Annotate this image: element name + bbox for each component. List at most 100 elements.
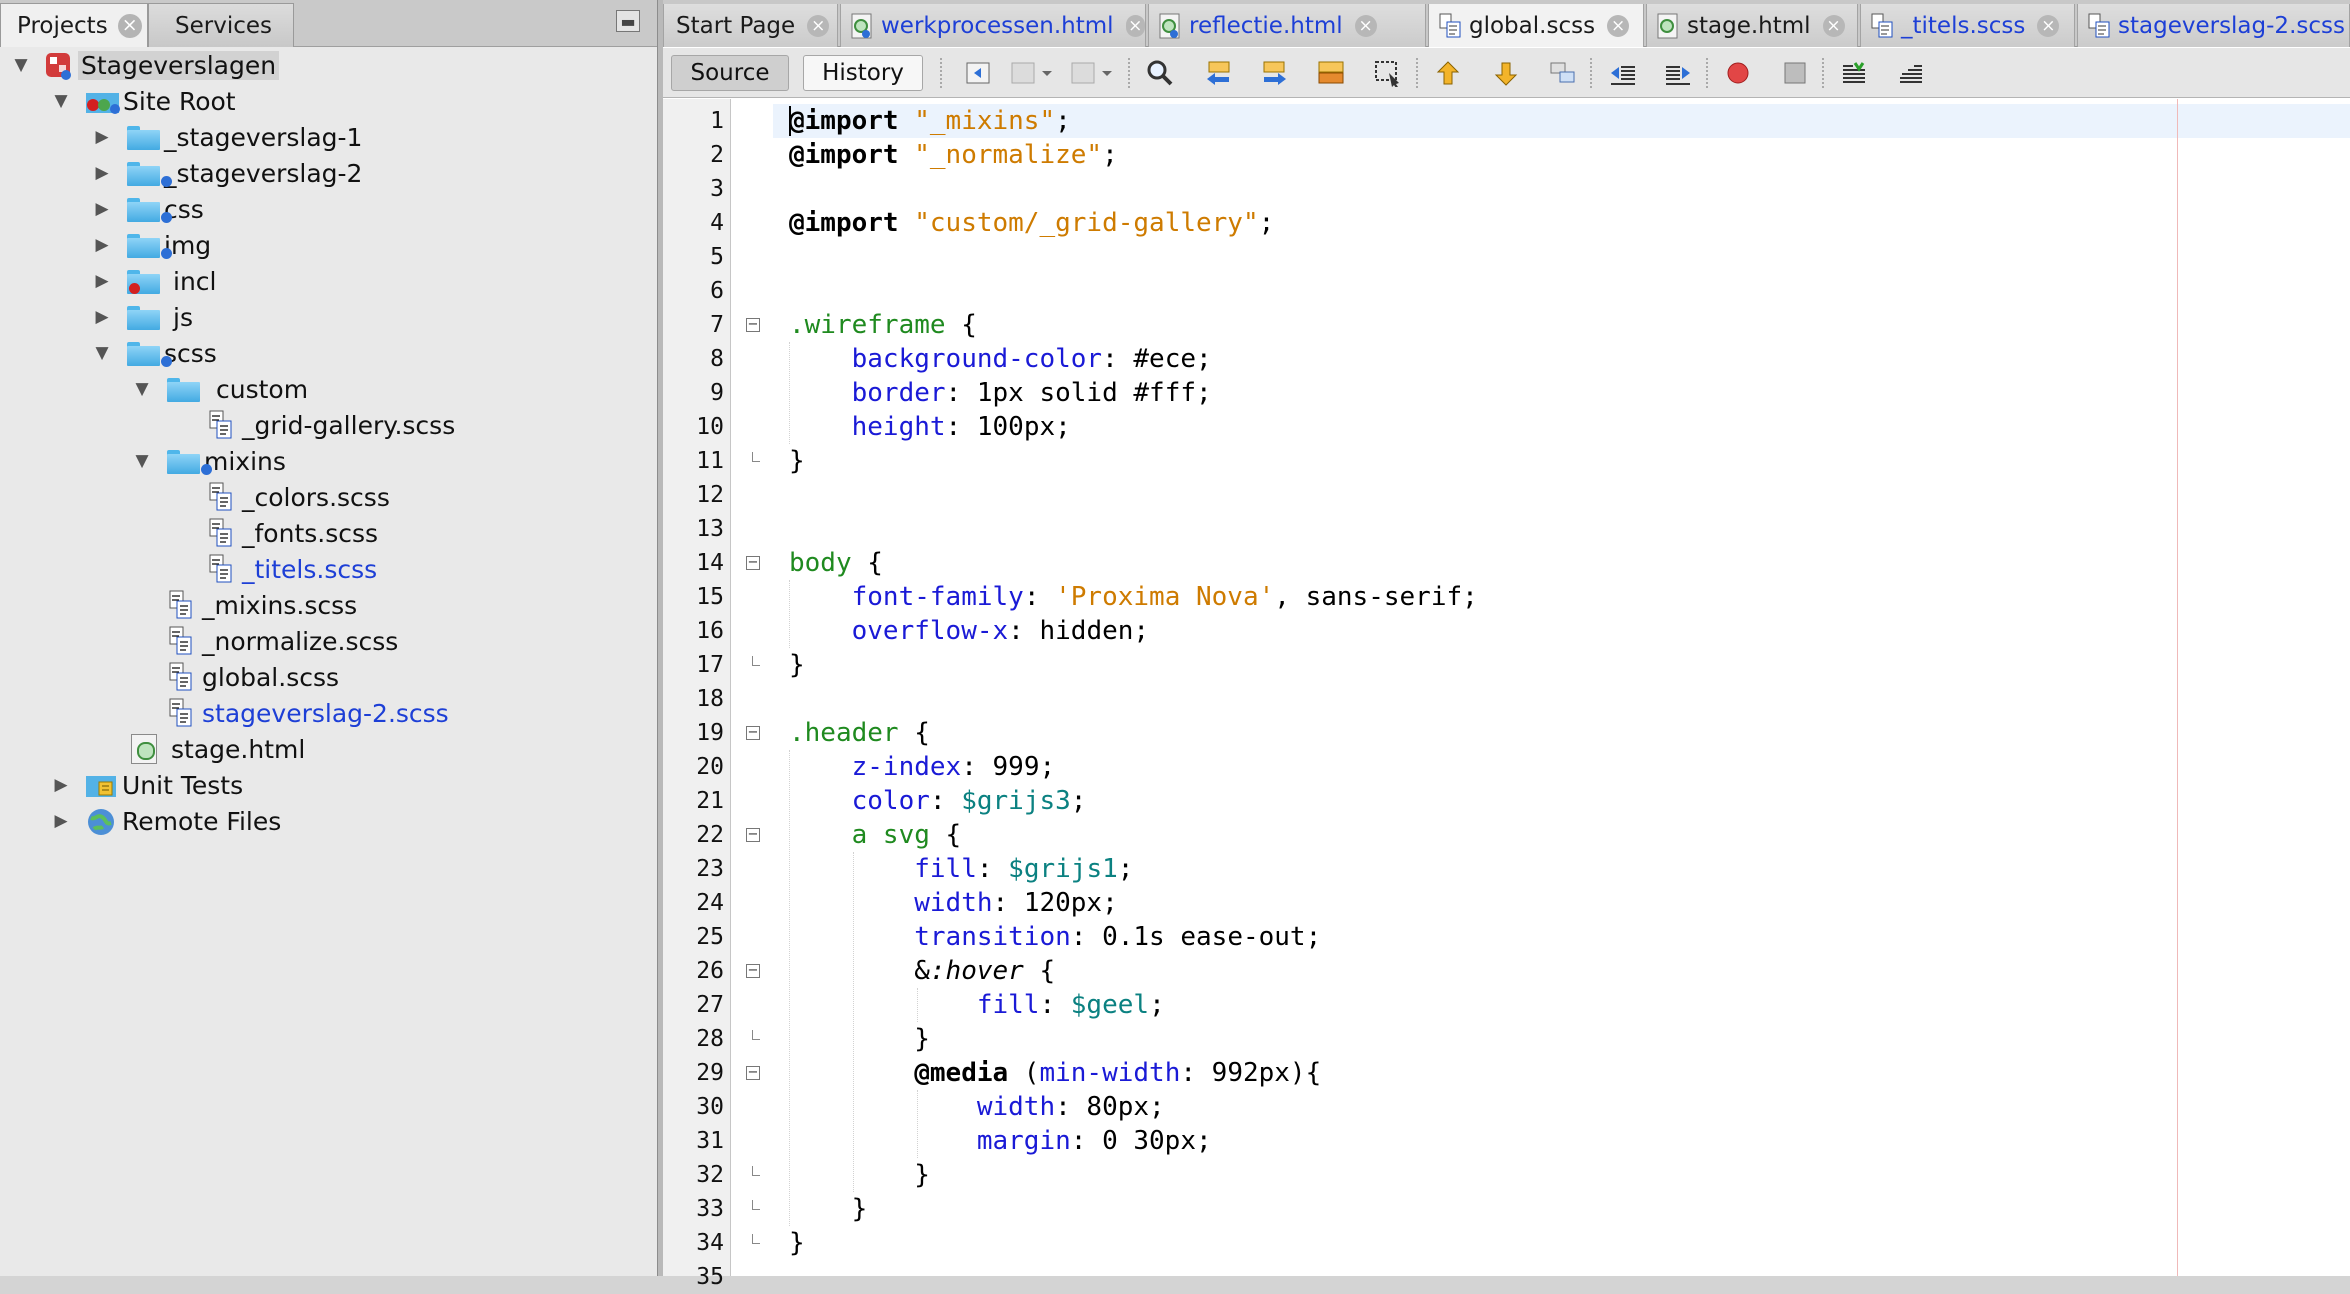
find-selection-icon[interactable]: [1371, 58, 1405, 88]
toolbar-separator: [940, 58, 942, 88]
start-macro-icon[interactable]: [1721, 58, 1755, 88]
editor-tab-reflectie[interactable]: reflectie.html ×: [1148, 4, 1426, 47]
fold-toggle-icon[interactable]: −: [746, 964, 760, 978]
code-line: height: 100px;: [851, 412, 1071, 442]
tree-node-label: incl: [173, 266, 217, 296]
line-number: 13: [696, 516, 724, 542]
tree-node-file[interactable]: _mixins.scss: [167, 587, 357, 623]
close-icon[interactable]: ×: [1125, 14, 1145, 37]
collapse-toggle-icon[interactable]: ▶: [92, 227, 112, 263]
folder-icon: [167, 377, 200, 402]
expand-toggle-icon[interactable]: ▼: [51, 83, 71, 119]
tree-node-remote-files[interactable]: Remote Files: [86, 803, 281, 839]
toggle-highlight-icon[interactable]: [1314, 58, 1348, 88]
close-icon[interactable]: ×: [1607, 14, 1630, 37]
scss-file-icon: [207, 482, 237, 512]
tree-node-file[interactable]: _grid-gallery.scss: [207, 407, 455, 443]
line-number: 22: [696, 822, 724, 848]
collapse-toggle-icon[interactable]: ▶: [92, 155, 112, 191]
line-number: 14: [696, 550, 724, 576]
fold-toggle-icon[interactable]: −: [746, 556, 760, 570]
close-icon[interactable]: ×: [807, 14, 830, 37]
editor-tab-stage-html[interactable]: stage.html ×: [1646, 4, 1858, 47]
shift-left-icon[interactable]: [1605, 58, 1639, 88]
expand-toggle-icon[interactable]: ▼: [92, 335, 112, 371]
forward-icon[interactable]: [1065, 58, 1119, 88]
collapse-toggle-icon[interactable]: ▶: [92, 119, 112, 155]
tree-node-file[interactable]: global.scss: [167, 659, 339, 695]
tree-node-folder[interactable]: js: [127, 299, 193, 335]
project-tree[interactable]: ▼ Stageverslagen ▼ Site Root ▶ _stagever…: [0, 48, 657, 1276]
vcs-badge-icon: [161, 247, 172, 259]
collapse-toggle-icon[interactable]: ▶: [51, 803, 71, 839]
tree-node-folder[interactable]: custom: [167, 371, 308, 407]
collapse-toggle-icon[interactable]: ▶: [92, 263, 112, 299]
scss-file-icon: [207, 518, 237, 548]
expand-toggle-icon[interactable]: ▼: [11, 47, 31, 83]
code-line: color: $grijs3;: [851, 786, 1087, 816]
find-next-icon[interactable]: [1258, 58, 1292, 88]
tree-node-folder[interactable]: _stageverslag-2: [127, 155, 362, 191]
collapse-toggle-icon[interactable]: ▶: [92, 299, 112, 335]
tree-node-site-root[interactable]: Site Root: [86, 83, 236, 119]
previous-bookmark-icon[interactable]: [1431, 58, 1465, 88]
expand-toggle-icon[interactable]: ▼: [132, 443, 152, 479]
tree-node-file[interactable]: stage.html: [131, 731, 305, 767]
tree-node-folder[interactable]: mixins: [167, 443, 286, 479]
tab-services[interactable]: Services: [148, 3, 294, 47]
tree-node-folder[interactable]: _stageverslag-1: [127, 119, 362, 155]
toggle-bookmark-icon[interactable]: [1546, 58, 1580, 88]
error-badge-icon: [129, 282, 140, 294]
tree-node-file[interactable]: _colors.scss: [207, 479, 390, 515]
last-edit-icon[interactable]: [961, 58, 995, 88]
close-icon[interactable]: ×: [1822, 14, 1845, 37]
tree-node-folder[interactable]: css: [127, 191, 204, 227]
tree-node-folder[interactable]: incl: [127, 263, 216, 299]
tree-node-folder[interactable]: scss: [127, 335, 217, 371]
line-number: 8: [710, 346, 724, 372]
code-line: .header {: [789, 718, 930, 748]
uncomment-icon[interactable]: [1894, 58, 1928, 88]
source-button[interactable]: Source: [671, 55, 789, 91]
line-number: 15: [696, 584, 724, 610]
tree-node-file[interactable]: _normalize.scss: [167, 623, 398, 659]
folder-icon: [127, 125, 160, 150]
editor-tab-werkprocessen[interactable]: werkprocessen.html ×: [840, 4, 1146, 47]
fold-toggle-icon[interactable]: −: [746, 318, 760, 332]
next-bookmark-icon[interactable]: [1489, 58, 1523, 88]
fold-toggle-icon[interactable]: −: [746, 1066, 760, 1080]
tree-node-file[interactable]: stageverslag-2.scss: [167, 695, 449, 731]
tree-node-folder[interactable]: img: [127, 227, 211, 263]
tree-node-file[interactable]: _titels.scss: [207, 551, 377, 587]
line-number: 33: [696, 1196, 724, 1222]
code-editor[interactable]: @import "_mixins"; @import "_normalize"; @…: [773, 99, 2350, 1276]
find-icon[interactable]: [1143, 58, 1177, 88]
fold-toggle-icon[interactable]: −: [746, 828, 760, 842]
tree-node-unit-tests[interactable]: Unit Tests: [86, 767, 243, 803]
tree-node-file[interactable]: _fonts.scss: [207, 515, 378, 551]
editor-tab-titels-scss[interactable]: _titels.scss ×: [1860, 4, 2075, 47]
shift-right-icon[interactable]: [1662, 58, 1696, 88]
line-number: 32: [696, 1162, 724, 1188]
stop-macro-icon[interactable]: [1778, 58, 1812, 88]
expand-toggle-icon[interactable]: ▼: [132, 371, 152, 407]
tab-projects[interactable]: Projects ×: [0, 3, 148, 47]
history-button[interactable]: History: [803, 55, 923, 91]
fold-toggle-icon[interactable]: −: [746, 726, 760, 740]
close-icon[interactable]: ×: [117, 13, 142, 38]
close-icon[interactable]: ×: [2037, 14, 2060, 37]
editor-tab-stageverslag-2-scss[interactable]: stageverslag-2.scss: [2077, 4, 2350, 47]
minimize-icon[interactable]: ▬: [616, 10, 640, 32]
code-line: @import "_normalize";: [789, 140, 1118, 170]
code-fold-column[interactable]: − − − − − −: [731, 99, 773, 1276]
collapse-toggle-icon[interactable]: ▶: [51, 767, 71, 803]
collapse-toggle-icon[interactable]: ▶: [92, 191, 112, 227]
back-icon[interactable]: [1005, 58, 1059, 88]
close-icon[interactable]: ×: [1354, 14, 1377, 37]
editor-tab-global-scss[interactable]: global.scss ×: [1428, 4, 1644, 47]
editor-tab-start-page[interactable]: Start Page ×: [663, 4, 838, 47]
vcs-badge-icon: [161, 211, 172, 223]
tree-node-project[interactable]: Stageverslagen: [44, 47, 280, 83]
comment-icon[interactable]: [1837, 58, 1871, 88]
find-previous-icon[interactable]: [1201, 58, 1235, 88]
